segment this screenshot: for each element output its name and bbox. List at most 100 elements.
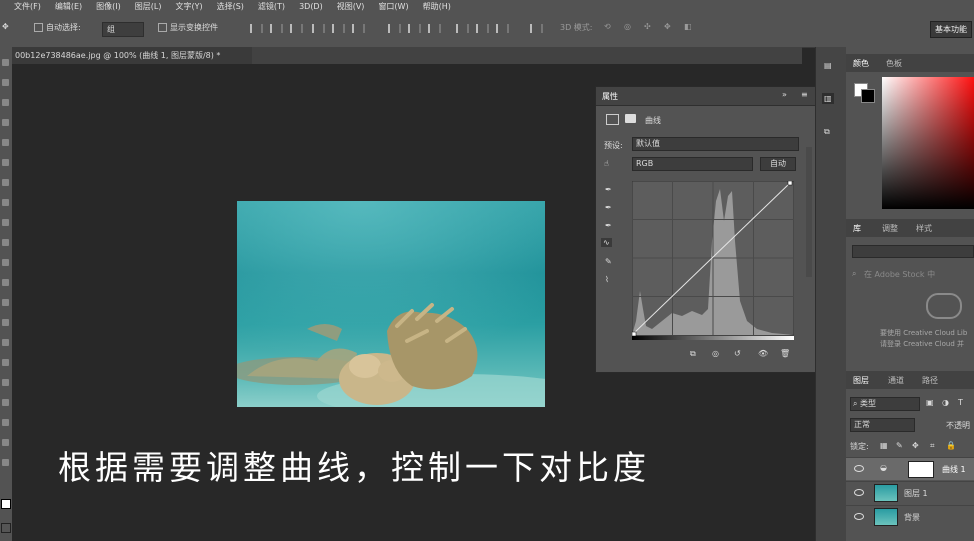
history-icon[interactable]: ▤ bbox=[824, 61, 832, 70]
marquee-tool-icon[interactable] bbox=[2, 79, 9, 86]
gray-point-eyedropper-icon[interactable]: ✒ bbox=[605, 203, 612, 212]
eyedropper-tool-icon[interactable] bbox=[2, 159, 9, 166]
menu-edit[interactable]: 编辑(E) bbox=[55, 1, 82, 12]
properties-panel-icon[interactable]: ▥ bbox=[822, 93, 834, 104]
channel-dropdown[interactable]: RGB bbox=[632, 157, 753, 171]
tab-paths[interactable]: 路径 bbox=[922, 375, 938, 386]
layer-visibility-eye-icon[interactable] bbox=[854, 465, 864, 472]
path-select-tool-icon[interactable] bbox=[2, 379, 9, 386]
mask-icon[interactable] bbox=[625, 114, 636, 123]
move-tool-icon[interactable] bbox=[2, 59, 9, 66]
blend-mode-dropdown[interactable]: 正常 bbox=[850, 418, 915, 432]
preset-dropdown[interactable]: 默认值 bbox=[632, 137, 799, 151]
type-tool-icon[interactable] bbox=[2, 359, 9, 366]
curve-point-tool-icon[interactable]: ∿ bbox=[601, 238, 612, 247]
menu-3d[interactable]: 3D(D) bbox=[299, 2, 323, 11]
align-top-icon[interactable] bbox=[250, 24, 263, 33]
curves-graph[interactable] bbox=[632, 181, 794, 341]
auto-select-checkbox[interactable] bbox=[34, 23, 43, 32]
align-hcenter-icon[interactable] bbox=[332, 24, 345, 33]
layer-mask-thumbnail[interactable] bbox=[908, 461, 934, 478]
auto-select-dropdown[interactable]: 组 bbox=[102, 22, 144, 37]
layer-row-background[interactable]: 背景 bbox=[846, 505, 974, 528]
foreground-color-swatch[interactable] bbox=[1, 499, 11, 509]
distribute-hcenter-icon[interactable] bbox=[476, 24, 489, 33]
menu-view[interactable]: 视图(V) bbox=[337, 1, 365, 12]
auto-button[interactable]: 自动 bbox=[760, 157, 796, 171]
document-image[interactable] bbox=[237, 201, 545, 407]
tab-channels[interactable]: 通道 bbox=[888, 375, 904, 386]
show-transform-wrap[interactable]: 显示变换控件 bbox=[158, 22, 218, 33]
layer-row-layer1[interactable]: 图层 1 bbox=[846, 481, 974, 504]
blur-tool-icon[interactable] bbox=[2, 299, 9, 306]
distribute-top-icon[interactable] bbox=[388, 24, 401, 33]
layer-name[interactable]: 背景 bbox=[904, 512, 920, 523]
menu-file[interactable]: 文件(F) bbox=[14, 1, 41, 12]
layer-row-curves[interactable]: ◒ 曲线 1 bbox=[846, 457, 974, 480]
layer-name[interactable]: 图层 1 bbox=[904, 488, 928, 499]
filter-adjust-icon[interactable]: ◑ bbox=[942, 398, 949, 407]
library-dropdown[interactable] bbox=[852, 245, 974, 258]
layer-filter-dropdown[interactable]: ⌕ 类型 bbox=[850, 397, 920, 411]
color-picker-field[interactable] bbox=[882, 77, 974, 209]
workspace-button[interactable]: 基本功能 bbox=[930, 21, 972, 38]
tab-adjustments[interactable]: 调整 bbox=[882, 223, 898, 234]
distribute-bottom-icon[interactable] bbox=[428, 24, 441, 33]
menu-help[interactable]: 帮助(H) bbox=[423, 1, 451, 12]
distribute-right-icon[interactable] bbox=[496, 24, 509, 33]
menu-layer[interactable]: 图层(L) bbox=[135, 1, 162, 12]
menu-window[interactable]: 窗口(W) bbox=[378, 1, 408, 12]
background-color[interactable] bbox=[861, 89, 875, 103]
gradient-tool-icon[interactable] bbox=[2, 279, 9, 286]
target-adjust-icon[interactable]: ☝ bbox=[604, 159, 609, 168]
lock-artboard-icon[interactable]: ⌗ bbox=[930, 441, 935, 451]
lasso-tool-icon[interactable] bbox=[2, 99, 9, 106]
panel-collapse-icon[interactable]: » bbox=[782, 90, 787, 99]
tab-layers[interactable]: 图层 bbox=[853, 375, 869, 386]
delete-adjustment-icon[interactable]: 🗑 bbox=[780, 349, 790, 358]
distribute-left-icon[interactable] bbox=[456, 24, 469, 33]
auto-align-icon[interactable] bbox=[530, 24, 543, 33]
menu-image[interactable]: 图像(I) bbox=[96, 1, 121, 12]
view-previous-state-icon[interactable]: ◎ bbox=[712, 349, 719, 358]
menu-type[interactable]: 文字(Y) bbox=[175, 1, 202, 12]
stamp-tool-icon[interactable] bbox=[2, 219, 9, 226]
move-tool-icon[interactable]: ✥ bbox=[2, 22, 9, 31]
healing-tool-icon[interactable] bbox=[2, 179, 9, 186]
menu-filter[interactable]: 滤镜(T) bbox=[258, 1, 285, 12]
3d-drag-icon[interactable]: ✣ bbox=[644, 22, 651, 31]
layer-visibility-eye-icon[interactable] bbox=[854, 513, 864, 520]
properties-title[interactable]: 属性 bbox=[602, 91, 618, 102]
filter-type-icon[interactable]: T bbox=[958, 398, 963, 407]
align-right-icon[interactable] bbox=[352, 24, 365, 33]
3d-roll-icon[interactable]: ◎ bbox=[624, 22, 631, 31]
panel-menu-icon[interactable]: ≡ bbox=[801, 90, 808, 99]
quick-select-tool-icon[interactable] bbox=[2, 119, 9, 126]
align-left-icon[interactable] bbox=[312, 24, 325, 33]
visibility-icon[interactable]: 👁 bbox=[758, 349, 768, 358]
3d-rotate-icon[interactable]: ⟲ bbox=[604, 22, 611, 31]
brush-tool-icon[interactable] bbox=[2, 199, 9, 206]
hand-tool-icon[interactable] bbox=[2, 419, 9, 426]
filter-pixel-icon[interactable]: ▣ bbox=[926, 398, 934, 407]
more-tools-icon[interactable] bbox=[2, 459, 9, 466]
lock-transparent-icon[interactable]: ▦ bbox=[880, 441, 888, 450]
zoom-tool-icon[interactable] bbox=[2, 439, 9, 446]
black-point-eyedropper-icon[interactable]: ✒ bbox=[605, 185, 612, 194]
menu-select[interactable]: 选择(S) bbox=[217, 1, 244, 12]
library-search-input[interactable]: 在 Adobe Stock 中 bbox=[864, 269, 935, 280]
tab-styles[interactable]: 样式 bbox=[916, 223, 932, 234]
shape-tool-icon[interactable] bbox=[2, 399, 9, 406]
tab-swatches[interactable]: 色板 bbox=[886, 58, 902, 69]
3d-scale-icon[interactable]: ◧ bbox=[684, 22, 692, 31]
crop-tool-icon[interactable] bbox=[2, 139, 9, 146]
tab-color[interactable]: 颜色 bbox=[853, 58, 869, 69]
lock-all-icon[interactable]: 🔒 bbox=[946, 441, 956, 450]
align-vcenter-icon[interactable] bbox=[270, 24, 283, 33]
lock-position-icon[interactable]: ✥ bbox=[912, 441, 919, 450]
align-bottom-icon[interactable] bbox=[290, 24, 303, 33]
clip-to-layer-icon[interactable]: ⧉ bbox=[690, 349, 696, 359]
pencil-draw-icon[interactable]: ✎ bbox=[605, 257, 612, 266]
paths-panel-icon[interactable]: ⧉ bbox=[824, 127, 830, 137]
3d-slide-icon[interactable]: ✥ bbox=[664, 22, 671, 31]
